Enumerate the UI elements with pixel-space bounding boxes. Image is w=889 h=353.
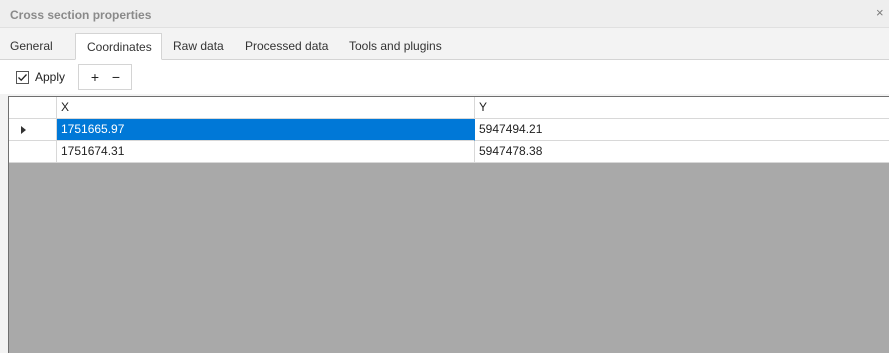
tab-coordinates[interactable]: Coordinates <box>75 33 162 60</box>
tab-label: General <box>10 39 53 53</box>
table-row[interactable]: 1751674.31 5947478.38 <box>9 141 889 163</box>
tab-raw-data[interactable]: Raw data <box>173 33 233 59</box>
cell-x[interactable]: 1751674.31 <box>57 141 475 163</box>
coordinates-grid[interactable]: X Y 1751665.97 5947494.21 1751674.31 594… <box>8 96 889 353</box>
column-header-y[interactable]: Y <box>475 97 889 119</box>
row-edit-buttons: + − <box>78 64 132 90</box>
tab-label: Raw data <box>173 39 224 53</box>
tab-label: Tools and plugins <box>349 39 442 53</box>
checkmark-icon <box>18 73 27 81</box>
triangle-right-icon <box>21 126 26 134</box>
cross-section-properties-panel: Cross section properties × General Coord… <box>0 0 889 353</box>
column-header-x[interactable]: X <box>57 97 475 119</box>
checkbox[interactable] <box>16 70 29 84</box>
tab-label: Coordinates <box>87 40 152 54</box>
tab-general[interactable]: General <box>10 33 66 59</box>
toolbar: Apply + − <box>0 60 889 94</box>
row-header[interactable] <box>9 141 57 163</box>
header-corner <box>9 97 57 119</box>
tab-label: Processed data <box>245 39 329 53</box>
add-row-button[interactable]: + <box>85 68 105 86</box>
tab-strip: General Coordinates Raw data Processed d… <box>0 28 889 60</box>
grid-header-row: X Y <box>9 97 889 119</box>
tab-tools-and-plugins[interactable]: Tools and plugins <box>349 33 459 59</box>
row-header[interactable] <box>9 119 57 141</box>
apply-checkbox[interactable]: Apply <box>16 69 65 85</box>
remove-row-button[interactable]: − <box>106 68 126 86</box>
cell-y[interactable]: 5947478.38 <box>475 141 889 163</box>
apply-label: Apply <box>35 70 66 84</box>
cell-y[interactable]: 5947494.21 <box>475 119 889 141</box>
table-row[interactable]: 1751665.97 5947494.21 <box>9 119 889 141</box>
cell-x[interactable]: 1751665.97 <box>57 119 475 141</box>
close-icon[interactable]: × <box>876 6 889 20</box>
title-bar: Cross section properties × <box>0 0 889 28</box>
tab-processed-data[interactable]: Processed data <box>245 33 335 59</box>
window-title: Cross section properties <box>10 8 152 22</box>
